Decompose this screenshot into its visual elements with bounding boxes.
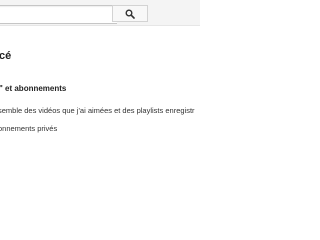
masthead xyxy=(0,0,200,26)
privacy-option-subscriptions[interactable]: onnements privés xyxy=(0,124,57,133)
search-input[interactable] xyxy=(0,5,117,24)
privacy-option-liked-playlists[interactable]: semble des vidéos que j'ai aimées et des… xyxy=(0,106,195,115)
search-button[interactable] xyxy=(112,5,148,22)
section-title: cé xyxy=(0,50,12,62)
search-icon xyxy=(125,9,135,19)
section-header xyxy=(0,25,200,64)
privacy-heading: " et abonnements xyxy=(0,84,67,93)
